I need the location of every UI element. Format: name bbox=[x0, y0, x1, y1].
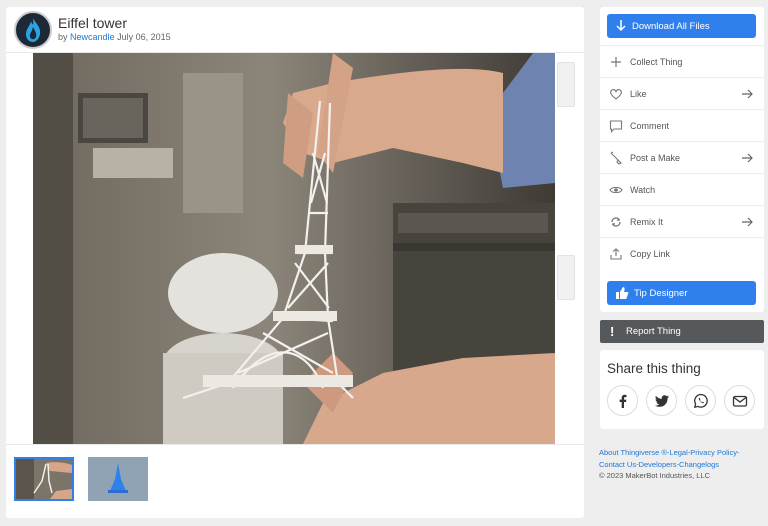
thumbs-up-icon bbox=[616, 287, 629, 299]
post-a-make-label: Post a Make bbox=[630, 153, 681, 163]
download-label: Download All Files bbox=[632, 21, 710, 32]
thing-header: Eiffel tower by Newcandle July 06, 2015 bbox=[6, 7, 584, 53]
photo-thumbnail-image bbox=[16, 459, 72, 499]
footer-links-line2[interactable]: Contact Us-Developers-Changelogs bbox=[599, 459, 767, 471]
comment-label: Comment bbox=[630, 121, 670, 131]
share-panel: Share this thing bbox=[600, 350, 764, 429]
arrow-right-icon[interactable] bbox=[740, 87, 754, 101]
thing-title: Eiffel tower bbox=[58, 15, 127, 31]
tip-designer-button[interactable]: Tip Designer bbox=[607, 281, 756, 305]
download-icon bbox=[616, 20, 626, 32]
author-link[interactable]: Newcandle bbox=[70, 32, 115, 42]
author-avatar[interactable] bbox=[14, 11, 52, 49]
whatsapp-share-button[interactable] bbox=[685, 385, 716, 416]
share-icon bbox=[610, 248, 622, 260]
action-sidebar: Download All Files Collect Thing Like Co… bbox=[600, 7, 764, 312]
eye-icon bbox=[609, 186, 623, 194]
site-footer: About Thingiverse ®-Legal-Privacy Policy… bbox=[599, 447, 767, 482]
footer-links-line1[interactable]: About Thingiverse ®-Legal-Privacy Policy… bbox=[599, 447, 767, 459]
thumbnail-strip bbox=[6, 444, 584, 518]
collect-thing-label: Collect Thing bbox=[630, 57, 683, 67]
copyright: © 2023 MakerBot Industries, LLC bbox=[599, 471, 710, 480]
copy-link-label: Copy Link bbox=[630, 249, 671, 259]
photo-thumbnail[interactable] bbox=[14, 457, 74, 501]
plus-icon bbox=[611, 57, 621, 67]
tip-designer-label: Tip Designer bbox=[634, 288, 688, 299]
facebook-icon bbox=[619, 394, 627, 408]
like-item[interactable]: Like bbox=[600, 77, 764, 109]
copy-link-item[interactable]: Copy Link bbox=[600, 237, 764, 269]
main-photo[interactable] bbox=[33, 53, 555, 444]
whatsapp-icon bbox=[693, 393, 708, 409]
publish-date: July 06, 2015 bbox=[117, 32, 171, 42]
post-a-make-item[interactable]: Post a Make bbox=[600, 141, 764, 173]
remix-label: Remix It bbox=[630, 217, 664, 227]
watch-item[interactable]: Watch bbox=[600, 173, 764, 205]
email-icon bbox=[732, 395, 748, 407]
comment-item[interactable]: Comment bbox=[600, 109, 764, 141]
image-nav-top[interactable] bbox=[557, 62, 575, 107]
comment-icon bbox=[609, 120, 623, 133]
download-all-button[interactable]: Download All Files bbox=[607, 14, 756, 38]
collect-thing-item[interactable]: Collect Thing bbox=[600, 45, 764, 77]
remix-item[interactable]: Remix It bbox=[600, 205, 764, 237]
flame-icon bbox=[26, 18, 41, 42]
arrow-right-icon[interactable] bbox=[740, 151, 754, 165]
report-label: Report Thing bbox=[626, 326, 681, 337]
brush-icon bbox=[610, 151, 622, 165]
twitter-share-button[interactable] bbox=[646, 385, 677, 416]
heart-icon bbox=[610, 89, 622, 100]
watch-label: Watch bbox=[630, 185, 656, 195]
model-thumbnail-image bbox=[88, 457, 148, 501]
email-share-button[interactable] bbox=[724, 385, 755, 416]
byline-prefix: by bbox=[58, 32, 68, 42]
image-nav-next[interactable] bbox=[557, 255, 575, 300]
report-thing-button[interactable]: ! Report Thing bbox=[600, 320, 764, 343]
twitter-icon bbox=[655, 395, 669, 407]
facebook-share-button[interactable] bbox=[607, 385, 638, 416]
eiffel-photo-illustration bbox=[33, 53, 555, 444]
like-label: Like bbox=[630, 89, 647, 99]
remix-icon bbox=[611, 217, 621, 227]
exclamation-icon: ! bbox=[610, 324, 615, 339]
share-title: Share this thing bbox=[607, 361, 701, 376]
arrow-right-icon[interactable] bbox=[740, 215, 754, 229]
thing-main-card: Eiffel tower by Newcandle July 06, 2015 bbox=[6, 7, 584, 518]
model-thumbnail[interactable] bbox=[88, 457, 148, 501]
thing-byline: by Newcandle July 06, 2015 bbox=[58, 32, 171, 42]
